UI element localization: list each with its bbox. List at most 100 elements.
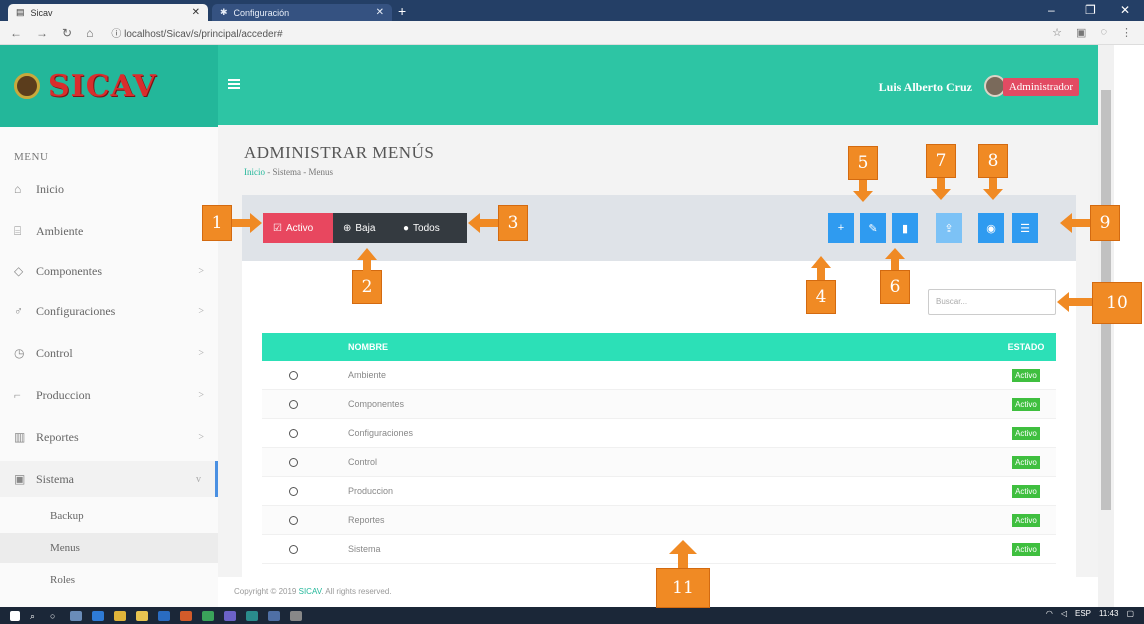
close-window-icon[interactable]: ✕ (1120, 3, 1130, 17)
table-row[interactable]: Configuraciones Activo (262, 419, 1056, 448)
export-button[interactable]: ⇪ (936, 213, 962, 243)
browser-tab-sicav[interactable]: ▤ Sicav ✕ (8, 4, 208, 21)
app-icon[interactable] (268, 610, 280, 621)
word-icon[interactable] (158, 610, 170, 621)
add-icon: + (837, 222, 845, 234)
task-view-icon[interactable] (70, 610, 82, 621)
subitem-roles[interactable]: Roles (0, 565, 218, 595)
clock[interactable]: 11:43 (1099, 609, 1118, 618)
delete-button[interactable]: ▮ (892, 213, 918, 243)
table-row[interactable]: Componentes Activo (262, 390, 1056, 419)
subitem-menus[interactable]: Menus (0, 533, 218, 563)
folder-icon[interactable] (136, 610, 148, 621)
minimize-icon[interactable]: – (1048, 3, 1055, 17)
sidebar-item-label: Configuraciones (36, 303, 116, 318)
footer-brand-link[interactable]: SICAV (299, 587, 322, 596)
wifi-icon[interactable]: ◠ (1046, 609, 1053, 618)
url-field[interactable]: ⓘ localhost/Sicav/s/principal/acceder# (111, 25, 282, 40)
search-icon[interactable]: ⌕ (30, 611, 40, 621)
chrome-icon[interactable] (114, 610, 126, 621)
row-radio[interactable] (288, 515, 298, 525)
row-radio[interactable] (288, 457, 298, 467)
annotation-marker-7: 7 (926, 144, 956, 178)
wrench-icon: ♂ (14, 303, 23, 318)
table-row[interactable]: Produccion Activo (262, 477, 1056, 506)
list-icon: ☰ (1020, 222, 1030, 235)
brand-logo[interactable]: SICAV (0, 45, 218, 127)
subitem-backup[interactable]: Backup (0, 501, 218, 531)
sidebar-item-reportes[interactable]: ▥ Reportes > (0, 419, 218, 455)
extension-icon[interactable]: ▣ (1076, 26, 1086, 39)
annotation-number: 10 (1106, 293, 1128, 313)
language-indicator[interactable]: ESP (1075, 609, 1091, 618)
edit-button[interactable]: ✎ (860, 213, 886, 243)
header-nombre[interactable]: NOMBRE (324, 342, 996, 352)
row-radio[interactable] (288, 428, 298, 438)
cortana-icon[interactable]: ○ (50, 611, 60, 621)
chevron-right-icon: > (198, 389, 204, 401)
window-icon: ▣ (14, 471, 26, 486)
star-icon[interactable]: ☆ (1052, 26, 1062, 39)
filter-activo-button[interactable]: ☑ Activo (263, 213, 333, 243)
user-name[interactable]: Luis Alberto Cruz (879, 80, 972, 95)
forward-icon[interactable]: → (36, 26, 48, 40)
profile-icon[interactable]: ◌ (1100, 26, 1107, 39)
sidebar-item-componentes[interactable]: ◇ Componentes > (0, 253, 218, 289)
sidebar-item-sistema[interactable]: ▣ Sistema v (0, 461, 218, 497)
app-icon[interactable] (224, 610, 236, 621)
view-button[interactable]: ◉ (978, 213, 1004, 243)
gear-icon: ✱ (220, 7, 228, 17)
row-radio[interactable] (288, 370, 298, 380)
breadcrumb-sistema: Sistema (272, 167, 302, 177)
row-radio[interactable] (288, 544, 298, 554)
list-button[interactable]: ☰ (1012, 213, 1038, 243)
new-tab-button[interactable]: + (398, 3, 406, 19)
reload-icon[interactable]: ↻ (62, 26, 72, 40)
subitem-label: Roles (50, 574, 76, 586)
restore-icon[interactable]: ❐ (1085, 3, 1096, 17)
filter-todos-button[interactable]: ● Todos (393, 213, 467, 243)
annotation-number: 2 (361, 277, 373, 297)
browser-tabbar: ▤ Sicav ✕ ✱ Configuración ✕ + – ❐ ✕ (0, 0, 1144, 21)
row-radio[interactable] (288, 486, 298, 496)
app-icon[interactable] (246, 610, 258, 621)
sidebar-item-ambiente[interactable]: ⌸ Ambiente (0, 213, 218, 249)
header-estado[interactable]: ESTADO (996, 342, 1056, 352)
windows-start-icon[interactable] (10, 610, 20, 621)
hamburger-icon[interactable] (228, 79, 240, 89)
back-icon[interactable]: ← (10, 26, 22, 40)
app-icon[interactable] (202, 610, 214, 621)
address-bar: ← → ↻ ⌂ ⓘ localhost/Sicav/s/principal/ac… (0, 21, 1144, 45)
close-tab-icon[interactable]: ✕ (376, 7, 384, 18)
settings-icon[interactable] (290, 610, 302, 621)
row-radio[interactable] (288, 399, 298, 409)
sidebar-item-produccion[interactable]: ⌐ Produccion > (0, 377, 218, 413)
close-tab-icon[interactable]: ✕ (192, 7, 200, 18)
sidebar-item-label: Sistema (36, 471, 74, 486)
table-row[interactable]: Control Activo (262, 448, 1056, 477)
add-button[interactable]: + (828, 213, 854, 243)
breadcrumb-inicio[interactable]: Inicio (244, 167, 265, 177)
edge-icon[interactable] (92, 610, 104, 621)
app-icon[interactable] (180, 610, 192, 621)
page-title: ADMINISTRAR MENÚS (244, 143, 435, 162)
table-row[interactable]: Sistema Activo (262, 535, 1056, 564)
main-content: ADMINISTRAR MENÚS Inicio - Sistema - Men… (218, 125, 1098, 607)
notification-icon[interactable]: ▢ (1126, 609, 1134, 618)
filter-baja-button[interactable]: ⊕ Baja (333, 213, 393, 243)
table-row[interactable]: Ambiente Activo (262, 361, 1056, 390)
annotation-marker-2: 2 (352, 270, 382, 304)
home-icon[interactable]: ⌂ (86, 26, 93, 40)
volume-icon[interactable]: ◁ (1061, 609, 1067, 618)
filter-label: Todos (413, 222, 440, 234)
sidebar-item-inicio[interactable]: ⌂ Inicio (0, 171, 218, 207)
search-input[interactable]: Buscar... (928, 289, 1056, 315)
sidebar-item-configuraciones[interactable]: ♂ Configuraciones > (0, 293, 218, 329)
table-row[interactable]: Reportes Activo (262, 506, 1056, 535)
annotation-arrow-11 (669, 540, 697, 568)
browser-tab-configuracion[interactable]: ✱ Configuración ✕ (212, 4, 392, 21)
sidebar-item-control[interactable]: ◷ Control > (0, 335, 218, 371)
menu-dots-icon[interactable]: ⋮ (1121, 26, 1132, 39)
page: ▤ Sicav ✕ ✱ Configuración ✕ + – ❐ ✕ ← → … (0, 0, 1144, 624)
breadcrumb: Inicio - Sistema - Menus (244, 167, 333, 177)
